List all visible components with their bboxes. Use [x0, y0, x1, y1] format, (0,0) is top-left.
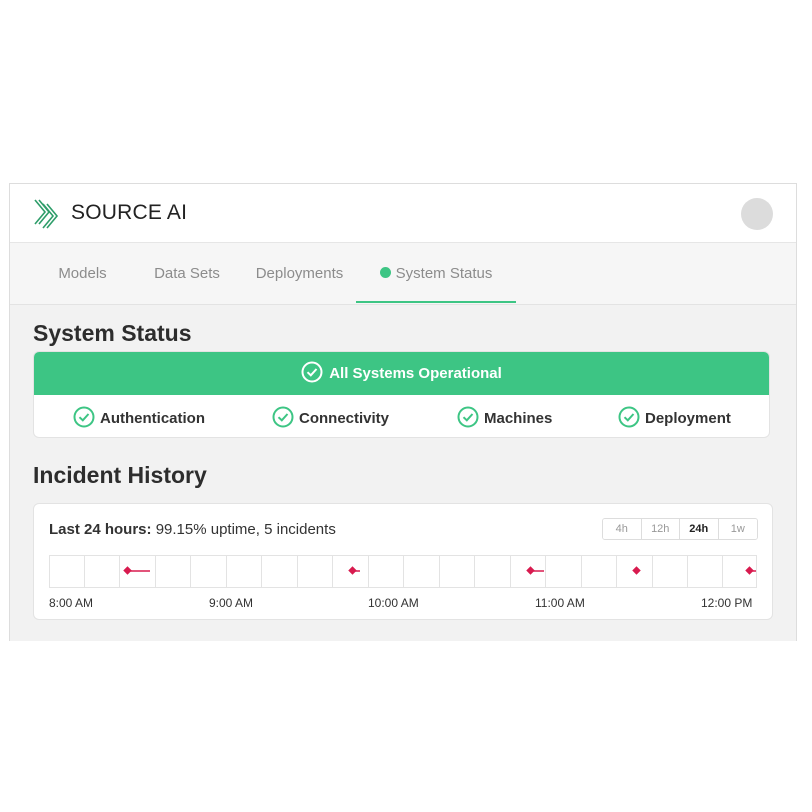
service-authentication: Authentication [73, 406, 205, 428]
range-4h-button[interactable]: 4h [603, 519, 642, 539]
time-label: 11:00 AM [535, 596, 585, 610]
summary-text: 99.15% uptime, 5 incidents [155, 521, 336, 538]
check-circle-icon [272, 406, 294, 428]
summary-label: Last 24 hours: [49, 521, 152, 538]
tab-label: Deployments [255, 265, 344, 282]
check-circle-icon [457, 406, 479, 428]
service-machines: Machines [457, 406, 552, 428]
service-deployment: Deployment [618, 406, 731, 428]
incident-timeline [49, 555, 757, 588]
top-bar: SOURCE AI [10, 184, 796, 243]
nav-divider [34, 304, 772, 305]
uptime-summary: Last 24 hours: 99.15% uptime, 5 incident… [49, 521, 336, 538]
incident-marker[interactable] [348, 566, 360, 575]
time-label: 10:00 AM [368, 596, 419, 610]
incident-marker[interactable] [526, 566, 544, 575]
check-circle-icon [618, 406, 640, 428]
user-avatar[interactable] [741, 198, 773, 230]
service-connectivity: Connectivity [272, 406, 389, 428]
system-status-card: All Systems Operational Authentication C… [33, 351, 770, 438]
time-range-selector: 4h 12h 24h 1w [602, 518, 758, 540]
tab-label: System Status [395, 265, 493, 282]
incident-marker[interactable] [632, 566, 641, 575]
source-ai-logo [34, 199, 59, 229]
range-12h-button[interactable]: 12h [641, 519, 680, 539]
service-label: Authentication [100, 410, 205, 427]
tab-data-sets[interactable]: Data Sets [131, 243, 243, 303]
time-label: 9:00 AM [209, 596, 254, 610]
operational-banner: All Systems Operational [34, 352, 769, 395]
tab-deployments[interactable]: Deployments [243, 243, 356, 303]
timeline-grid [84, 556, 756, 587]
app-window: SOURCE AI Models Data Sets Deployments S… [9, 183, 797, 641]
active-tab-indicator [356, 301, 516, 303]
check-circle-icon [301, 361, 323, 383]
range-24h-button[interactable]: 24h [680, 519, 719, 539]
time-label: 12:00 PM [701, 596, 753, 610]
service-label: Machines [484, 410, 553, 427]
tab-models[interactable]: Models [34, 243, 131, 303]
system-status-heading: System Status [33, 320, 192, 346]
banner-text: All Systems Operational [329, 365, 502, 382]
incident-history-card: Last 24 hours: 99.15% uptime, 5 incident… [33, 503, 773, 620]
service-label: Deployment [645, 410, 731, 427]
brand-name: SOURCE AI [71, 201, 188, 224]
incident-marker[interactable] [123, 566, 150, 575]
range-1w-button[interactable]: 1w [718, 519, 757, 539]
status-dot-icon [379, 267, 391, 278]
check-circle-icon [73, 406, 95, 428]
tab-system-status[interactable]: System Status [356, 243, 516, 303]
incident-history-heading: Incident History [33, 462, 207, 488]
tab-label: Data Sets [154, 265, 220, 282]
tab-label: Models [58, 265, 107, 282]
time-label: 8:00 AM [49, 596, 94, 610]
main-nav: Models Data Sets Deployments System Stat… [10, 243, 796, 305]
service-label: Connectivity [299, 410, 390, 427]
incident-marker[interactable] [745, 566, 756, 575]
